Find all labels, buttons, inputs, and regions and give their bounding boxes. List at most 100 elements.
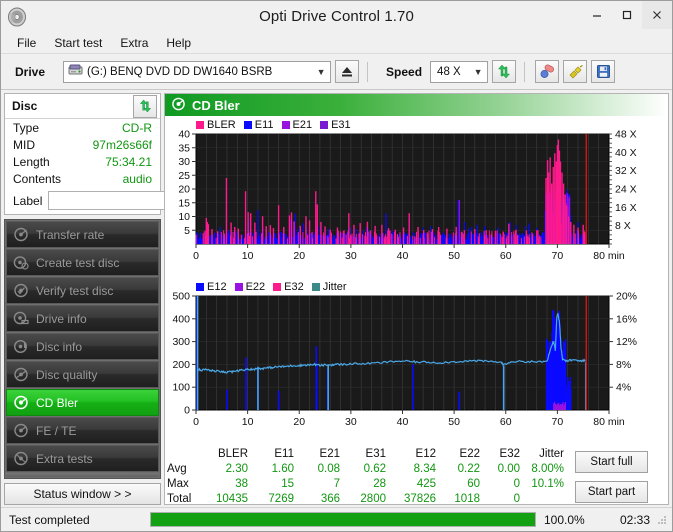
svg-text:40: 40 [397, 416, 409, 428]
start-full-button[interactable]: Start full [575, 451, 648, 473]
speed-select[interactable]: 48 X ▼ [430, 61, 488, 83]
svg-text:0: 0 [193, 416, 199, 428]
menu-item-start-test[interactable]: Start test [45, 34, 111, 52]
drive-value: (G:) BENQ DVD DD DW1640 BSRB [87, 66, 314, 78]
svg-text:0: 0 [193, 250, 199, 262]
legend-label: E31 [331, 119, 351, 131]
stats-avg-e11: 1.60 [252, 461, 298, 476]
stats-total-e22: 1018 [440, 491, 484, 506]
legend-swatch-e12 [196, 283, 204, 291]
drive-select[interactable]: (G:) BENQ DVD DD DW1640 BSRB ▼ [63, 61, 331, 83]
navigation-filler [6, 473, 159, 477]
legend-item-e21: E21 [282, 119, 313, 131]
disc-bler-icon [171, 97, 186, 114]
table-row: Avg 2.30 1.60 0.08 0.62 8.34 0.22 0.00 8… [167, 461, 568, 476]
plug-button[interactable] [563, 60, 587, 83]
progress-bar-fill [151, 513, 535, 526]
sidebar-label: Disc quality [36, 369, 97, 381]
close-button[interactable] [642, 1, 672, 29]
stats-avg-e32: 0.00 [484, 461, 524, 476]
legend-item-e32: E32 [273, 281, 304, 293]
svg-text:5: 5 [184, 225, 190, 237]
chevron-down-icon[interactable]: ▼ [314, 67, 328, 77]
sidebar-label: CD Bler [36, 397, 78, 409]
disc-value-type: CD-R [122, 121, 152, 135]
svg-text:200: 200 [172, 359, 190, 371]
svg-text:25: 25 [178, 170, 190, 182]
sidebar-item-drive-info[interactable]: Drive info [6, 305, 159, 332]
panel-title: CD Bler [192, 98, 240, 113]
menu-item-extra[interactable]: Extra [111, 34, 157, 52]
disc-panel-header: Disc [5, 94, 160, 119]
sidebar-label: Verify test disc [36, 285, 113, 297]
sidebar-label: Drive info [36, 313, 87, 325]
refresh-button[interactable] [492, 60, 516, 83]
stats-col-e31: E31 [344, 446, 390, 461]
drive-icon [13, 311, 31, 327]
stats-avg-e22: 0.22 [440, 461, 484, 476]
svg-text:10: 10 [242, 250, 254, 262]
stats-max-bler: 38 [205, 476, 252, 491]
eject-button[interactable] [335, 60, 359, 83]
stats-avg-bler: 2.30 [205, 461, 252, 476]
stats-col-e12: E12 [390, 446, 440, 461]
svg-text:35: 35 [178, 142, 190, 154]
stats-max-e21: 7 [298, 476, 344, 491]
right-pane: CD Bler BLER E11 E21 [164, 93, 669, 505]
bler-chart: 5101520253035408 X16 X24 X32 X40 X48 X01… [165, 130, 670, 270]
main-body: Disc Type CD-R MID 97m26s66f [1, 90, 672, 507]
sidebar-item-fe-te[interactable]: FE / TE [6, 417, 159, 444]
chevron-down-icon[interactable]: ▼ [471, 67, 485, 77]
sidebar-item-disc-quality[interactable]: Disc quality [6, 361, 159, 388]
stats-total-jitter [524, 491, 568, 506]
sidebar-item-create-test-disc[interactable]: Create test disc [6, 249, 159, 276]
status-window-button[interactable]: Status window > > [4, 483, 161, 505]
menu-item-file[interactable]: File [8, 34, 45, 52]
drive-label: Drive [15, 65, 45, 79]
toolbar-separator-2 [524, 62, 525, 82]
minimize-button[interactable] [582, 1, 612, 29]
stats-total-e31: 2800 [344, 491, 390, 506]
save-button[interactable] [591, 60, 615, 83]
svg-text:40: 40 [178, 130, 190, 141]
stats-row-label-avg: Avg [167, 461, 205, 476]
sidebar-item-transfer-rate[interactable]: Transfer rate [6, 221, 159, 248]
svg-text:8 X: 8 X [615, 220, 631, 232]
svg-text:24 X: 24 X [615, 184, 637, 196]
elapsed-time: 02:33 [598, 513, 656, 527]
disc-quality-icon [13, 367, 31, 383]
progress-percent: 100.0% [536, 513, 598, 527]
legend-label: BLER [207, 119, 236, 131]
legend-label: E12 [207, 281, 227, 293]
e12-jitter-chart: 01002003004005004%8%12%16%20%01020304050… [165, 292, 670, 437]
disc-value-contents: audio [123, 172, 152, 186]
disc-row-mid: MID 97m26s66f [5, 136, 160, 153]
disc-bler-icon [13, 395, 31, 411]
stats-header-row: BLER E11 E21 E31 E12 E22 E32 Jitter [167, 446, 568, 461]
menu-bar: File Start test Extra Help [1, 32, 672, 54]
menu-item-help[interactable]: Help [157, 34, 200, 52]
maximize-button[interactable] [612, 1, 642, 29]
legend-label: Jitter [323, 281, 347, 293]
disc-info-icon [13, 339, 31, 355]
sidebar-item-extra-tests[interactable]: Extra tests [6, 445, 159, 472]
sidebar-label: Disc info [36, 341, 82, 353]
sidebar-item-cd-bler[interactable]: CD Bler [6, 389, 159, 416]
erase-button[interactable] [535, 60, 559, 83]
navigation-list: Transfer rate Create test disc Verify te… [4, 219, 161, 479]
svg-text:32 X: 32 X [615, 165, 637, 177]
toolbar: Drive (G:) BENQ DVD DD DW1640 BSRB ▼ Spe… [1, 54, 672, 90]
disc-key-mid: MID [13, 138, 35, 152]
disc-refresh-button[interactable] [133, 95, 157, 118]
start-part-button[interactable]: Start part [575, 481, 648, 503]
sidebar-item-disc-info[interactable]: Disc info [6, 333, 159, 360]
speed-label: Speed [386, 65, 422, 79]
resize-grip-icon[interactable] [656, 514, 668, 526]
disc-row-contents: Contents audio [5, 170, 160, 187]
stats-col-bler: BLER [205, 446, 252, 461]
sidebar-item-verify-test-disc[interactable]: Verify test disc [6, 277, 159, 304]
svg-text:16%: 16% [616, 313, 637, 325]
legend-label: E11 [255, 119, 274, 131]
legend-swatch-e11 [244, 121, 252, 129]
svg-text:30: 30 [178, 156, 190, 168]
